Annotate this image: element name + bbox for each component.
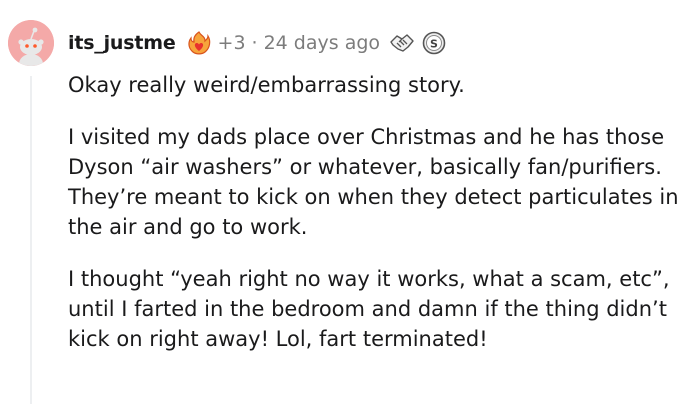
avatar[interactable] — [8, 20, 54, 66]
silver-coin-award-icon: S — [422, 31, 446, 55]
comment-paragraph: Okay really weird/embarrassing story. — [68, 73, 465, 97]
comment-paragraph: I visited my dads place over Christmas a… — [68, 125, 679, 239]
award-badge[interactable] — [186, 30, 212, 56]
svg-text:S: S — [430, 38, 438, 51]
username-link[interactable]: its_justme — [68, 32, 176, 54]
handshake-award-icon — [390, 34, 414, 52]
comment-header: its_justme +3 · 24 days ago S — [68, 26, 446, 60]
timestamp[interactable]: 24 days ago — [264, 32, 380, 54]
comment-body: Okay really weird/embarrassing story. I … — [68, 70, 694, 376]
award-badge[interactable]: S — [422, 31, 446, 55]
thread-line[interactable] — [30, 76, 32, 404]
meta-separator: · — [251, 32, 258, 54]
reddit-snoo-avatar-icon — [8, 20, 54, 66]
award-badge[interactable] — [388, 30, 416, 56]
comment: its_justme +3 · 24 days ago S Okay reall… — [0, 0, 700, 404]
award-count[interactable]: +3 — [218, 32, 246, 54]
comment-paragraph: I thought “yeah right no way it works, w… — [68, 267, 670, 351]
fire-heart-award-icon — [187, 31, 210, 55]
